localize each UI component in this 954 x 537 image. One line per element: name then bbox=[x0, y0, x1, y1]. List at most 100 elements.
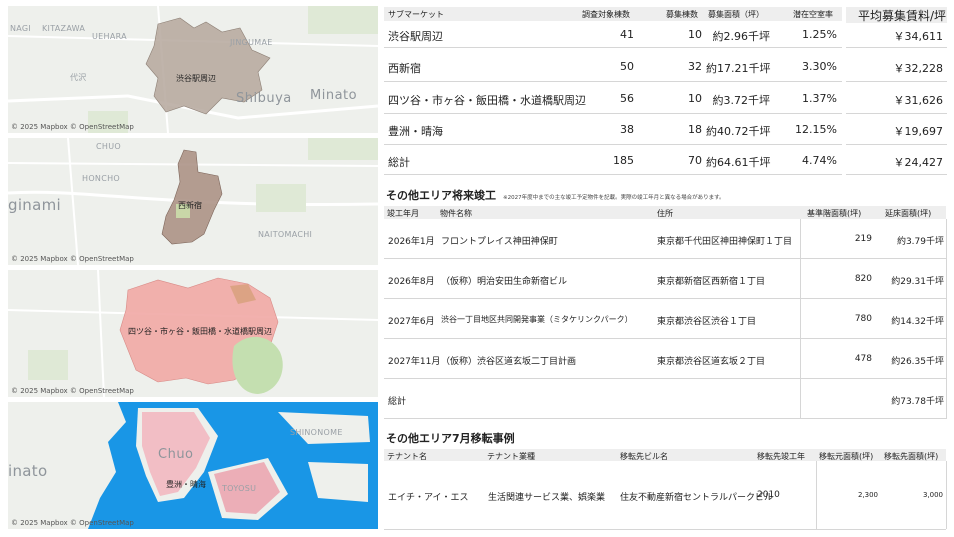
map-copyright: © 2025 Mapbox © OpenStreetMap bbox=[11, 387, 134, 395]
col-header-vacancy: 潜在空室率 bbox=[793, 10, 833, 19]
section-title: その他エリア将来竣工 bbox=[386, 189, 496, 202]
row-divider bbox=[384, 144, 842, 145]
col-header-listing-area: 募集面積（坪） bbox=[708, 10, 764, 19]
floor-area: 219 bbox=[854, 234, 872, 244]
total-area: 約14.32千坪 bbox=[891, 317, 944, 327]
listing-area: 約40.72千坪 bbox=[706, 125, 771, 138]
col-header-avg-rent: 平均募集賃料/坪 bbox=[858, 9, 947, 23]
vacancy-rate: 1.37% bbox=[802, 92, 837, 105]
total-area: 約29.31千坪 bbox=[891, 277, 944, 287]
map-label: TOYOSU bbox=[222, 484, 257, 493]
avg-rent: ￥24,427 bbox=[893, 156, 944, 169]
map-copyright: © 2025 Mapbox © OpenStreetMap bbox=[11, 519, 134, 527]
map-toyosu-graphic bbox=[8, 402, 378, 529]
row-divider bbox=[384, 338, 946, 339]
listing-area: 約3.72千坪 bbox=[712, 94, 771, 107]
row-divider bbox=[384, 258, 946, 259]
destination-year: 2010 bbox=[757, 490, 780, 500]
map-label: 代沢 bbox=[70, 73, 87, 82]
submarket-name: 四ツ谷・市ヶ谷・飯田橋・水道橋駅周辺 bbox=[388, 94, 586, 107]
map-copyright: © 2025 Mapbox © OpenStreetMap bbox=[11, 255, 134, 263]
vacancy-rate: 1.25% bbox=[802, 28, 837, 41]
completion-date: 2026年8月 bbox=[388, 277, 435, 287]
submarket-name: 渋谷駅周辺 bbox=[388, 30, 443, 43]
map-area-name: 豊洲・晴海 bbox=[166, 480, 206, 489]
column-divider bbox=[946, 219, 947, 419]
map-area-name: 四ツ谷・市ヶ谷・飯田橋・水道橋駅周辺 bbox=[128, 327, 272, 336]
listing-count: 10 bbox=[688, 28, 702, 41]
col-header-submarket: サブマーケット bbox=[388, 10, 444, 19]
completion-date: 2026年1月 bbox=[388, 237, 435, 247]
map-label: NAITOMACHI bbox=[258, 230, 313, 239]
survey-count: 56 bbox=[620, 92, 634, 105]
col-header-destination: 移転先ビル名 bbox=[620, 452, 668, 461]
row-divider bbox=[384, 418, 946, 419]
column-divider bbox=[800, 219, 801, 419]
map-nishishinjuku[interactable]: CHUO HONCHO ginami NAITOMACHI 西新宿 © 2025… bbox=[8, 138, 378, 265]
listing-count: 18 bbox=[688, 123, 702, 136]
total-area: 約3.79千坪 bbox=[896, 237, 944, 247]
map-yotsuya[interactable]: 四ツ谷・市ヶ谷・飯田橋・水道橋駅周辺 © 2025 Mapbox © OpenS… bbox=[8, 270, 378, 397]
property-address: 東京都渋谷区渋谷１丁目 bbox=[657, 317, 757, 327]
listing-area: 約64.61千坪 bbox=[706, 156, 771, 169]
listing-area: 約2.96千坪 bbox=[712, 30, 771, 43]
section-note: ※2027年度中までの主な竣工予定物件を記載。実際の竣工年月と異なる場合がありま… bbox=[503, 195, 725, 201]
survey-count: 38 bbox=[620, 123, 634, 136]
row-divider bbox=[384, 47, 842, 48]
map-label: UEHARA bbox=[92, 32, 127, 41]
property-name: （仮称）渋谷区道玄坂二丁目計画 bbox=[441, 357, 577, 367]
map-label: Chuo bbox=[158, 447, 194, 462]
map-label: KITAZAWA bbox=[42, 24, 86, 33]
listing-count: 32 bbox=[688, 60, 702, 73]
map-label: CHUO bbox=[96, 142, 121, 151]
map-label: HONCHO bbox=[82, 174, 120, 183]
map-label: JINGUMAE bbox=[230, 38, 273, 47]
map-label: inato bbox=[8, 462, 48, 480]
tenant-name: エイチ・アイ・エス bbox=[388, 493, 469, 503]
submarket-name: 西新宿 bbox=[388, 62, 421, 75]
submarket-name: 総計 bbox=[388, 156, 410, 169]
map-shibuya[interactable]: NAGI KITAZAWA UEHARA JINGUMAE 代沢 Shibuya… bbox=[8, 6, 378, 133]
map-area-name: 渋谷駅周辺 bbox=[176, 74, 216, 83]
map-label: NAGI bbox=[10, 24, 32, 33]
origin-area: 2,300 bbox=[857, 491, 878, 499]
submarket-name: 豊洲・晴海 bbox=[388, 125, 443, 138]
row-divider bbox=[846, 144, 947, 145]
row-divider bbox=[384, 298, 946, 299]
survey-count: 185 bbox=[613, 154, 634, 167]
row-divider bbox=[846, 81, 947, 82]
destination-building: 住友不動産新宿セントラルパークビル bbox=[620, 493, 774, 503]
col-header-industry: テナント業種 bbox=[487, 452, 535, 461]
col-header-listing-count: 募集棟数 bbox=[666, 10, 698, 19]
column-divider bbox=[816, 461, 817, 529]
completion-date: 2027年11月 bbox=[388, 357, 441, 367]
col-header-total-area: 延床面積(坪) bbox=[885, 209, 932, 218]
col-header-survey-count: 調査対象棟数 bbox=[582, 10, 630, 19]
total-label: 総計 bbox=[388, 397, 407, 407]
row-divider bbox=[846, 47, 947, 48]
row-divider bbox=[384, 81, 842, 82]
section-title: その他エリア7月移転事例 bbox=[386, 432, 515, 445]
col-header-tenant: テナント名 bbox=[387, 452, 427, 461]
floor-area: 478 bbox=[854, 354, 872, 364]
avg-rent: ￥19,697 bbox=[893, 125, 944, 138]
avg-rent: ￥32,228 bbox=[893, 62, 944, 75]
tenant-industry: 生活関連サービス業、娯楽業 bbox=[488, 493, 606, 503]
col-header-dest-area: 移転先面積(坪) bbox=[884, 452, 939, 461]
column-divider bbox=[946, 461, 947, 529]
floor-area: 780 bbox=[854, 314, 872, 324]
vacancy-rate: 4.74% bbox=[802, 154, 837, 167]
floor-area: 820 bbox=[854, 274, 872, 284]
destination-area: 3,000 bbox=[922, 491, 943, 499]
map-toyosu[interactable]: SHINONOME Chuo inato TOYOSU 豊洲・晴海 © 2025… bbox=[8, 402, 378, 529]
map-copyright: © 2025 Mapbox © OpenStreetMap bbox=[11, 123, 134, 131]
property-name: （仮称）明治安田生命新宿ビル bbox=[441, 277, 568, 287]
col-header-property: 物件名称 bbox=[440, 209, 472, 218]
row-divider bbox=[384, 378, 946, 379]
survey-count: 41 bbox=[620, 28, 634, 41]
listing-count: 10 bbox=[688, 92, 702, 105]
map-label: ginami bbox=[8, 196, 61, 214]
map-label: Minato bbox=[310, 88, 358, 103]
vacancy-rate: 12.15% bbox=[795, 123, 837, 136]
completion-date: 2027年6月 bbox=[388, 317, 435, 327]
